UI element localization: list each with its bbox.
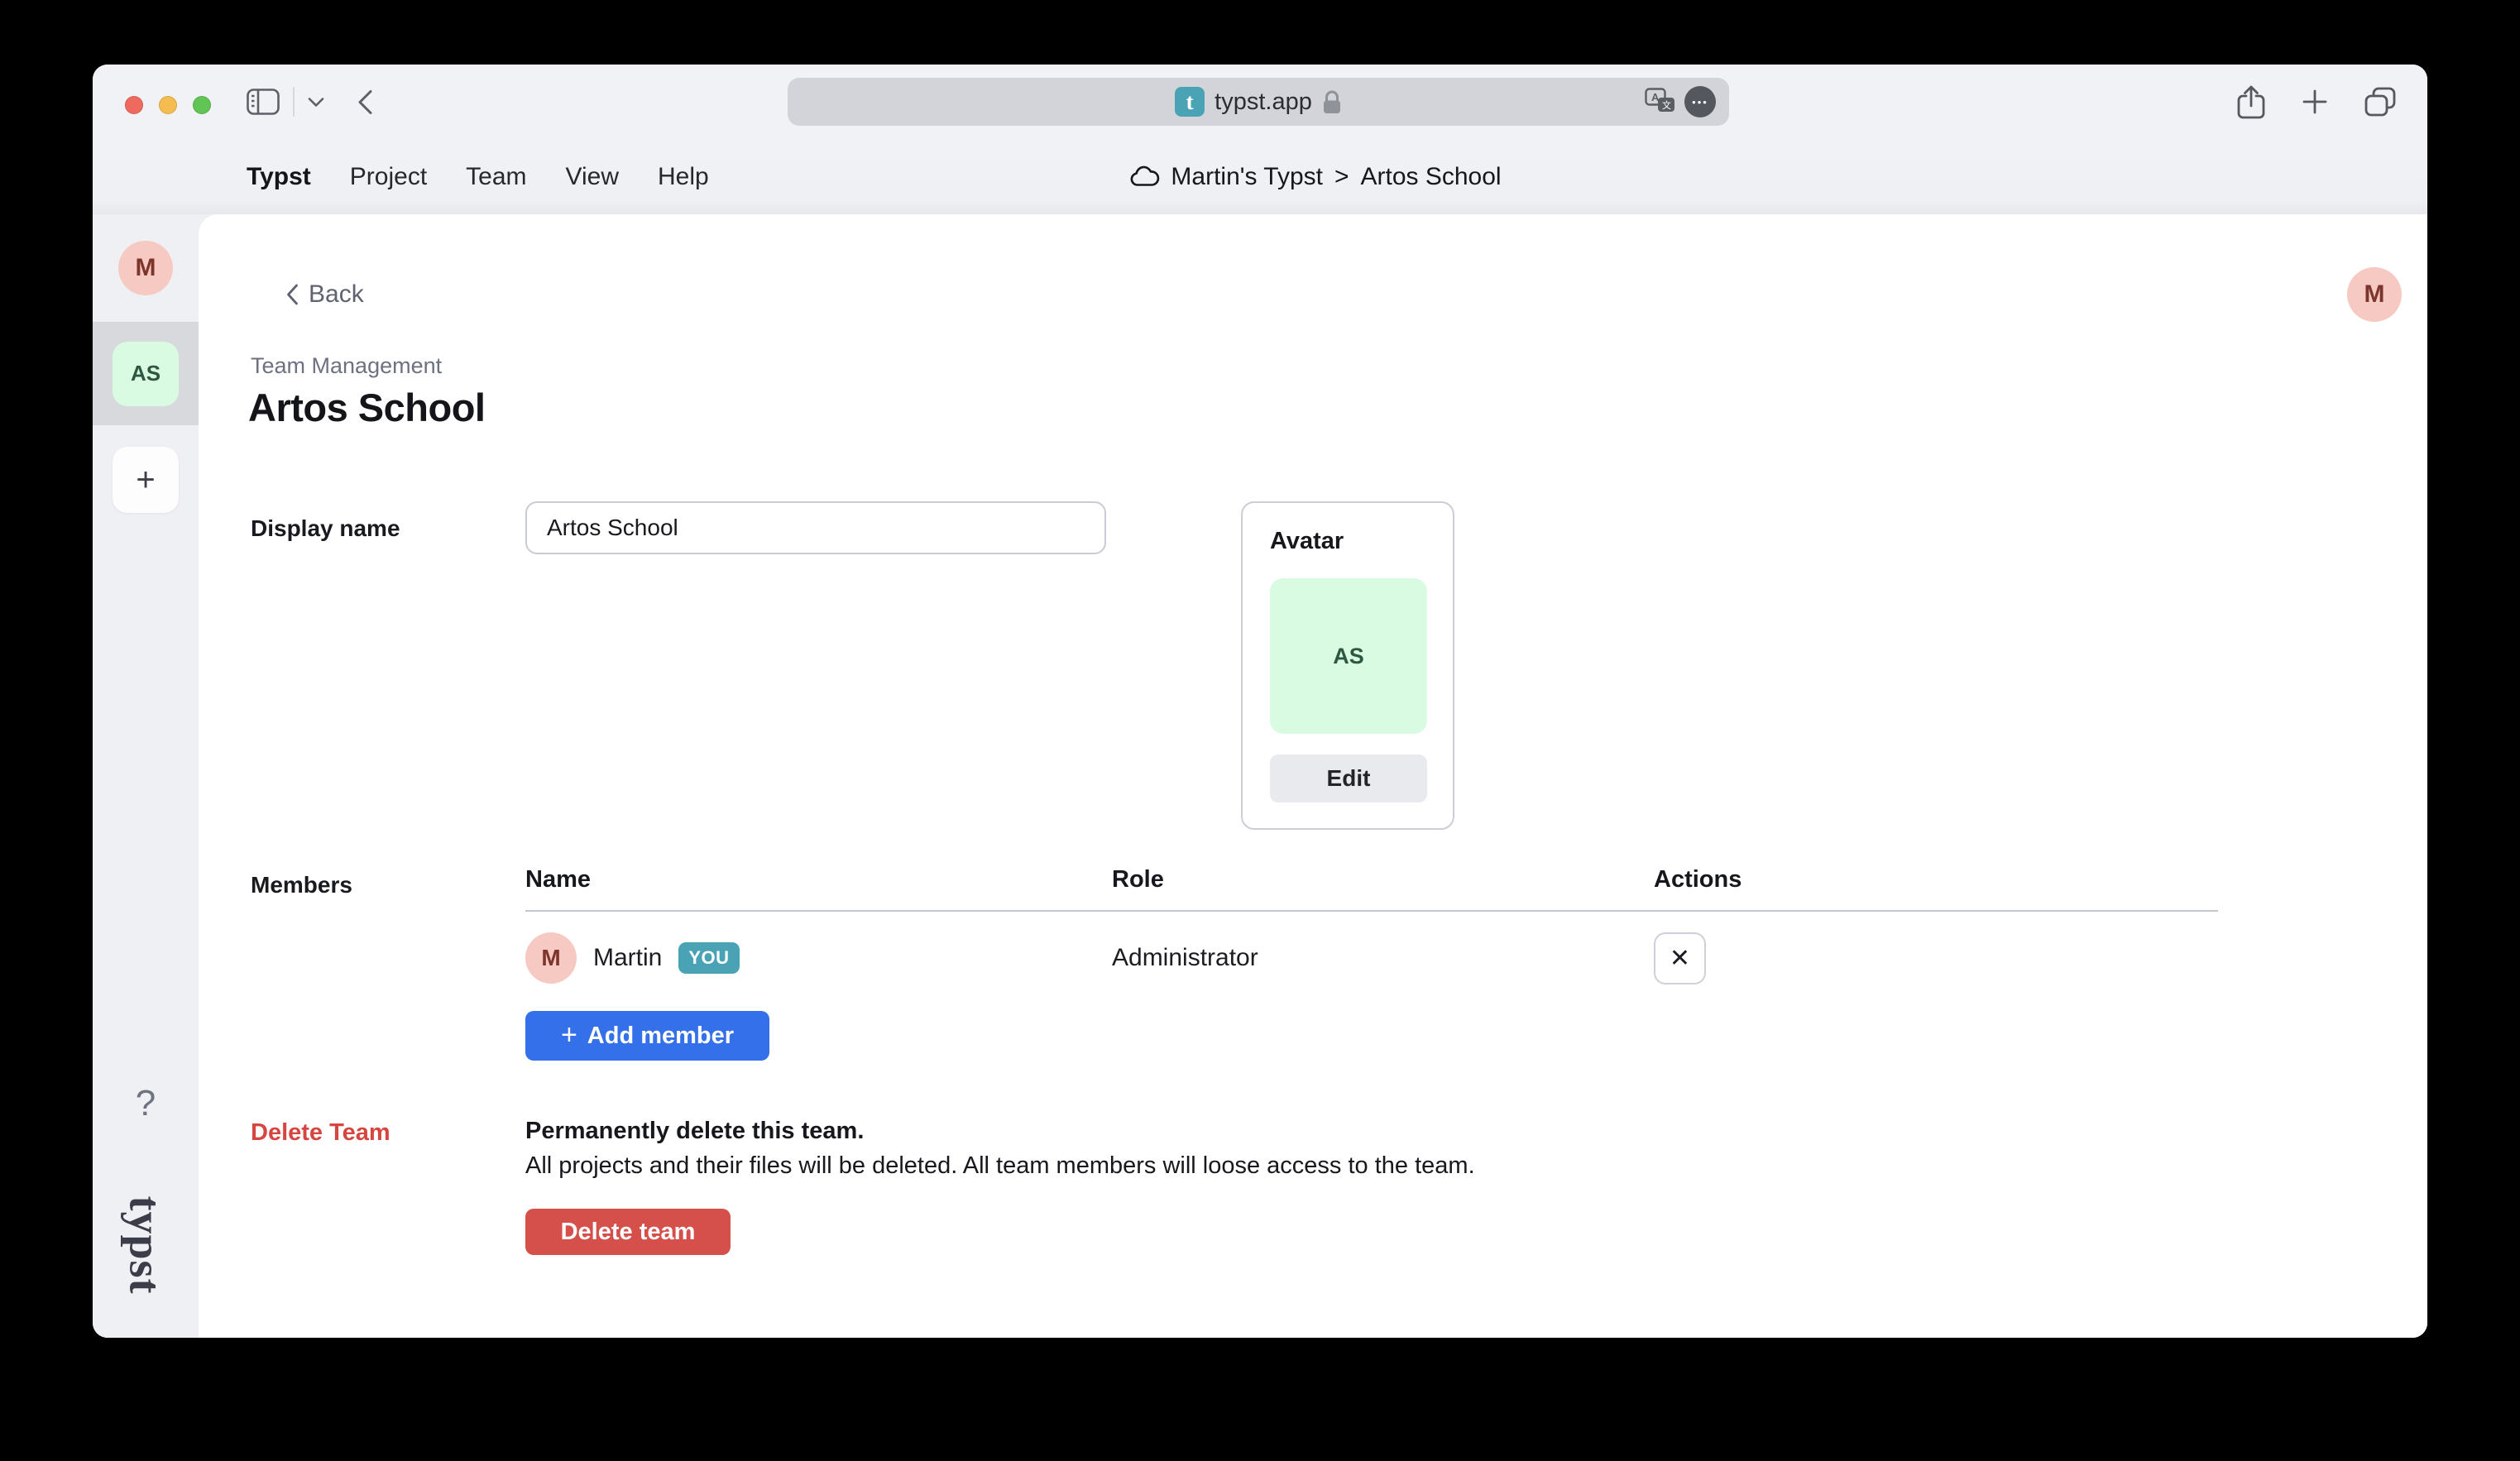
team-avatar: AS [113,342,179,406]
avatar-card: Avatar AS Edit [1241,501,1454,830]
account-avatar[interactable]: M [2347,267,2402,322]
chevron-left-icon [286,284,299,305]
members-label: Members [251,872,352,898]
sidebar-item-team-selected[interactable]: AS [93,322,199,425]
add-member-button[interactable]: + Add member [525,1011,769,1061]
close-icon: ✕ [1670,944,1690,973]
menu-project[interactable]: Project [350,163,427,191]
delete-team-button[interactable]: Delete team [525,1209,731,1255]
menu-view[interactable]: View [566,163,619,191]
typst-wordmark: typst [120,1195,171,1294]
you-badge: YOU [678,942,739,974]
edit-avatar-label: Edit [1327,765,1371,792]
column-actions: Actions [1654,866,2218,893]
sidebar-item-personal-workspace[interactable]: M [118,241,173,295]
browser-toolbar: t typst.app A 文 [93,65,2427,139]
svg-text:文: 文 [1662,99,1671,111]
new-tab-icon[interactable] [2302,89,2328,115]
url-bar[interactable]: t typst.app A 文 [788,78,1729,126]
avatar-card-title: Avatar [1270,528,1425,555]
column-name: Name [525,866,1112,893]
menu-team[interactable]: Team [466,163,526,191]
delete-team-label: Delete Team [251,1119,390,1147]
add-member-label: Add member [587,1023,734,1050]
breadcrumb-separator: > [1334,163,1349,191]
breadcrumb-page[interactable]: Artos School [1361,163,1502,191]
app-body: M AS + ? typst [93,214,2427,1338]
extensions-menu-icon[interactable]: ••• [1684,86,1716,117]
member-role: Administrator [1112,944,1654,972]
delete-team-button-label: Delete team [561,1219,696,1246]
member-row: M Martin YOU Administrator ✕ [525,912,2218,1004]
section-label: Team Management [251,353,442,379]
page-title: Artos School [248,385,485,430]
minimize-window-button[interactable] [159,96,177,114]
members-table: Name Role Actions M Martin YOU Administr… [525,866,2218,1004]
back-label: Back [309,280,364,309]
back-link[interactable]: Back [286,280,364,309]
app-menus: Typst Project Team View Help [247,139,709,214]
account-initial: M [2364,280,2385,309]
plus-icon: + [136,462,155,499]
team-sidebar: M AS + ? typst [93,214,199,1338]
browser-window: t typst.app A 文 [93,65,2427,1338]
app-menubar: Typst Project Team View Help Martin's Ty… [93,139,2427,214]
content-area: Back M Team Management Artos School Disp… [199,214,2427,1338]
lock-icon [1322,89,1342,115]
member-initial: M [541,945,560,971]
menu-typst[interactable]: Typst [247,163,311,191]
close-window-button[interactable] [125,96,143,114]
breadcrumb-workspace[interactable]: Martin's Typst [1171,163,1323,191]
member-name: Martin [593,944,662,972]
toolbar-divider [293,87,295,117]
cloud-icon [1129,165,1159,188]
back-navigation-icon[interactable] [357,89,373,115]
site-favicon: t [1175,87,1205,117]
sidebar-toggle-icon[interactable] [247,89,280,115]
toolbar-right-group [2237,65,2396,139]
members-table-header: Name Role Actions [525,866,2218,912]
delete-warning-body: All projects and their files will be del… [525,1152,1475,1180]
help-button[interactable]: ? [93,1083,199,1124]
urlbar-right-group: A 文 ••• [1645,86,1716,117]
url-text: typst.app [1214,89,1312,116]
add-team-button[interactable]: + [113,447,179,513]
toolbar-left-group [247,65,373,139]
workspace-initial: M [136,254,156,282]
tab-overview-icon[interactable] [2364,87,2396,117]
column-role: Role [1112,866,1654,893]
favicon-letter: t [1186,89,1194,115]
team-avatar-initials: AS [1333,644,1364,669]
zoom-window-button[interactable] [193,96,211,114]
remove-member-button[interactable]: ✕ [1654,932,1706,984]
share-icon[interactable] [2237,85,2265,119]
typst-logo: typst [93,1175,199,1315]
display-name-input[interactable] [525,501,1106,554]
ellipsis-glyph: ••• [1692,96,1708,108]
display-name-label: Display name [251,515,400,542]
team-avatar-preview: AS [1270,578,1427,734]
desktop-background: t typst.app A 文 [0,0,2520,1461]
help-icon: ? [136,1083,156,1123]
breadcrumb: Martin's Typst > Artos School [1129,139,1501,214]
menu-help[interactable]: Help [658,163,709,191]
translate-icon[interactable]: A 文 [1645,88,1676,116]
plus-icon: + [561,1021,577,1049]
chevron-down-icon[interactable] [308,97,324,108]
edit-avatar-button[interactable]: Edit [1270,754,1427,802]
traffic-lights [125,96,211,114]
member-name-cell: M Martin YOU [525,932,1112,984]
delete-warning-title: Permanently delete this team. [525,1118,864,1145]
team-initials: AS [131,361,160,386]
member-avatar: M [525,932,577,984]
